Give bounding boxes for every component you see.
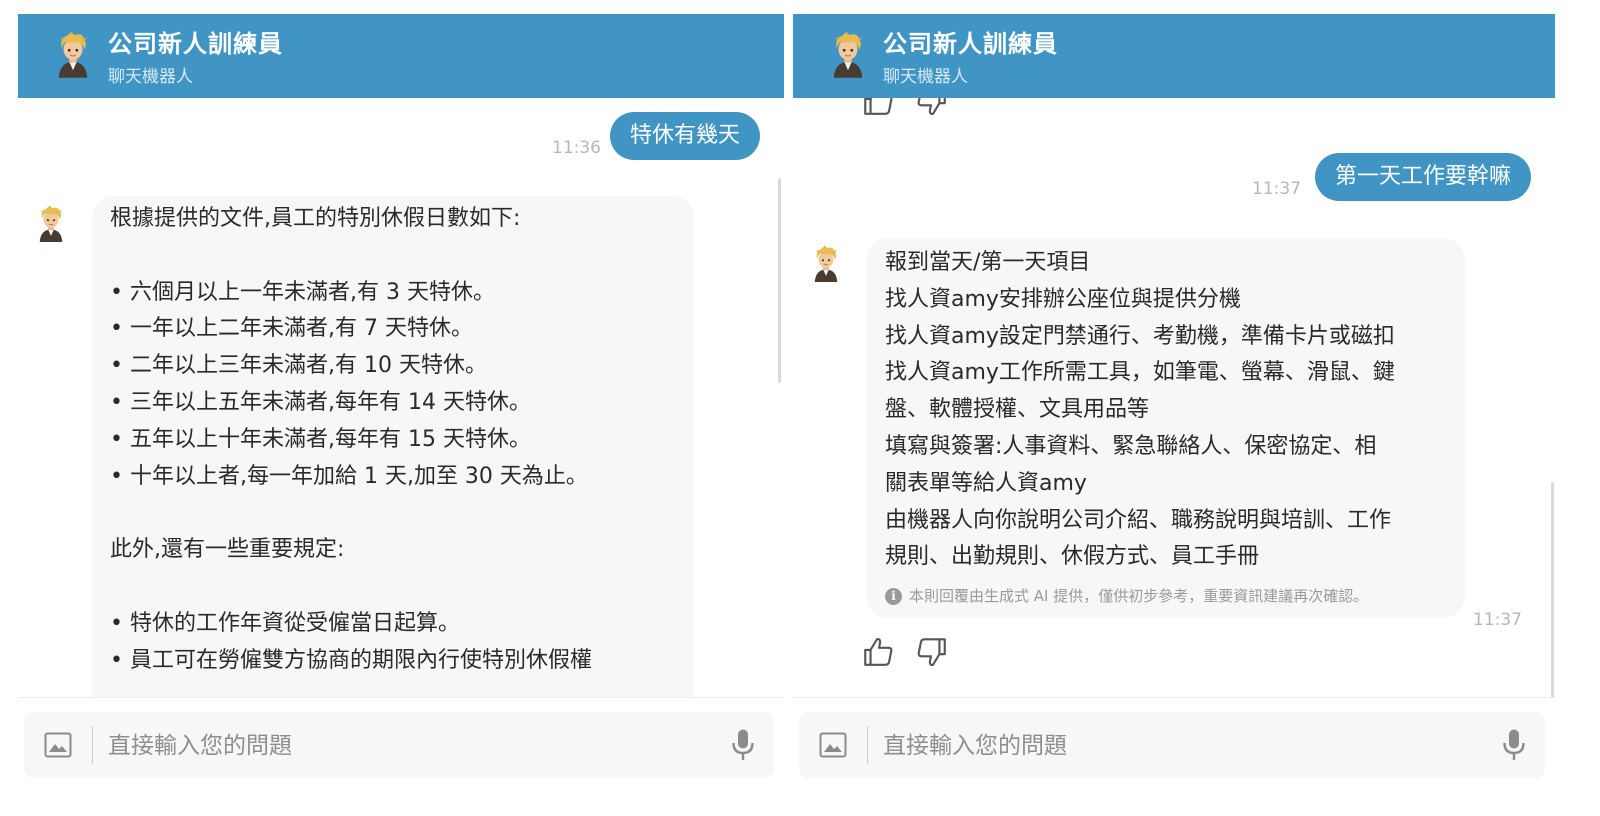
message-input[interactable] — [881, 725, 1465, 767]
chat-subtitle: 聊天機器人 — [883, 67, 968, 87]
message-input[interactable] — [106, 725, 690, 767]
message-line: • 特休的工作年資從受僱當日起算。 — [110, 610, 460, 636]
image-upload-icon[interactable] — [44, 732, 72, 758]
user-message: 特休有幾天 — [609, 112, 760, 160]
message-line: 此外,還有一些重要規定: — [110, 537, 345, 563]
microphone-icon[interactable] — [1501, 728, 1527, 762]
message-line: 找人資amy工作所需工具，如筆電、螢幕、滑鼠、鍵 — [885, 360, 1395, 386]
bot-avatar — [811, 245, 841, 283]
composer — [793, 697, 1555, 794]
chat-title: 公司新人訓練員 — [883, 30, 1058, 58]
image-upload-icon[interactable] — [819, 732, 847, 758]
thumbs-up-icon[interactable] — [861, 635, 895, 669]
message-line: • 六個月以上一年未滿者,有 3 天特休。 — [110, 279, 495, 305]
message-line: • 十年以上者,每一年加給 1 天,加至 30 天為止。 — [110, 463, 588, 489]
chat-window-right: 公司新人訓練員 聊天機器人 11:37 第一天工作要幹嘛 報到當天/第一天項目找… — [793, 14, 1555, 794]
chat-subtitle: 聊天機器人 — [108, 67, 193, 87]
bot-message: 根據提供的文件,員工的特別休假日數如下: • 六個月以上一年未滿者,有 3 天特休… — [92, 196, 694, 698]
chat-header: 公司新人訓練員 聊天機器人 — [793, 14, 1555, 98]
chat-title: 公司新人訓練員 — [108, 30, 283, 58]
chat-window-left: 公司新人訓練員 聊天機器人 11:36 特休有幾天 根據提供的文件,員工的特別休… — [18, 14, 784, 794]
message-line: • 三年以上五年未滿者,每年有 14 天特休。 — [110, 389, 531, 415]
message-time: 11:36 — [552, 138, 601, 158]
message-time: 11:37 — [1252, 179, 1301, 199]
scrollbar[interactable] — [778, 178, 781, 383]
composer — [18, 697, 784, 794]
bot-avatar — [36, 205, 66, 243]
thumbs-down-icon[interactable] — [915, 98, 949, 118]
message-line: 根據提供的文件,員工的特別休假日數如下: — [110, 206, 521, 231]
chat-header: 公司新人訓練員 聊天機器人 — [18, 14, 784, 98]
message-line: 找人資amy設定門禁通行、考勤機，準備卡片或磁扣 — [885, 323, 1395, 349]
message-line: 報到當天/第一天項目 — [885, 250, 1091, 275]
message-line: 規則、出勤規則、休假方式、員工手冊 — [885, 544, 1260, 570]
ai-disclaimer: i 本則回覆由生成式 AI 提供，僅供初步參考，重要資訊建議再次確認。 — [885, 586, 1447, 606]
disclaimer-text: 本則回覆由生成式 AI 提供，僅供初步參考，重要資訊建議再次確認。 — [909, 587, 1369, 606]
message-line: 關表單等給人資amy — [885, 470, 1087, 496]
divider — [92, 726, 93, 764]
message-time: 11:37 — [1473, 610, 1522, 630]
info-icon: i — [885, 587, 902, 605]
message-line: • 一年以上二年未滿者,有 7 天特休。 — [110, 316, 473, 342]
user-message: 第一天工作要幹嘛 — [1314, 153, 1531, 201]
bot-message: 報到當天/第一天項目找人資amy安排辦公座位與提供分機找人資amy設定門禁通行、… — [867, 238, 1465, 619]
input-bar — [799, 712, 1545, 778]
message-line: • 員工可在勞僱雙方協商的期限內行使特別休假權 — [110, 647, 592, 673]
message-line: 由機器人向你說明公司介紹、職務說明與培訓、工作 — [885, 507, 1392, 533]
microphone-icon[interactable] — [730, 728, 756, 762]
scrollbar[interactable] — [1551, 482, 1554, 698]
divider — [867, 726, 868, 764]
message-line: • 二年以上三年未滿者,有 10 天特休。 — [110, 353, 487, 379]
thumbs-down-icon[interactable] — [915, 635, 949, 669]
message-line: • 五年以上十年未滿者,每年有 15 天特休。 — [110, 426, 531, 452]
avatar — [54, 32, 92, 78]
thumbs-up-icon[interactable] — [861, 98, 895, 118]
message-list[interactable]: 11:36 特休有幾天 根據提供的文件,員工的特別休假日數如下: • 六個月以上一… — [18, 98, 784, 698]
message-line: 盤、軟體授權、文具用品等 — [885, 397, 1150, 423]
message-line: 填寫與簽署:人事資料、緊急聯絡人、保密協定、相 — [885, 433, 1377, 459]
message-line: 找人資amy安排辦公座位與提供分機 — [885, 286, 1241, 312]
avatar — [829, 32, 867, 78]
input-bar — [24, 712, 774, 778]
message-list[interactable]: 11:37 第一天工作要幹嘛 報到當天/第一天項目找人資amy安排辦公座位與提供… — [793, 98, 1555, 698]
